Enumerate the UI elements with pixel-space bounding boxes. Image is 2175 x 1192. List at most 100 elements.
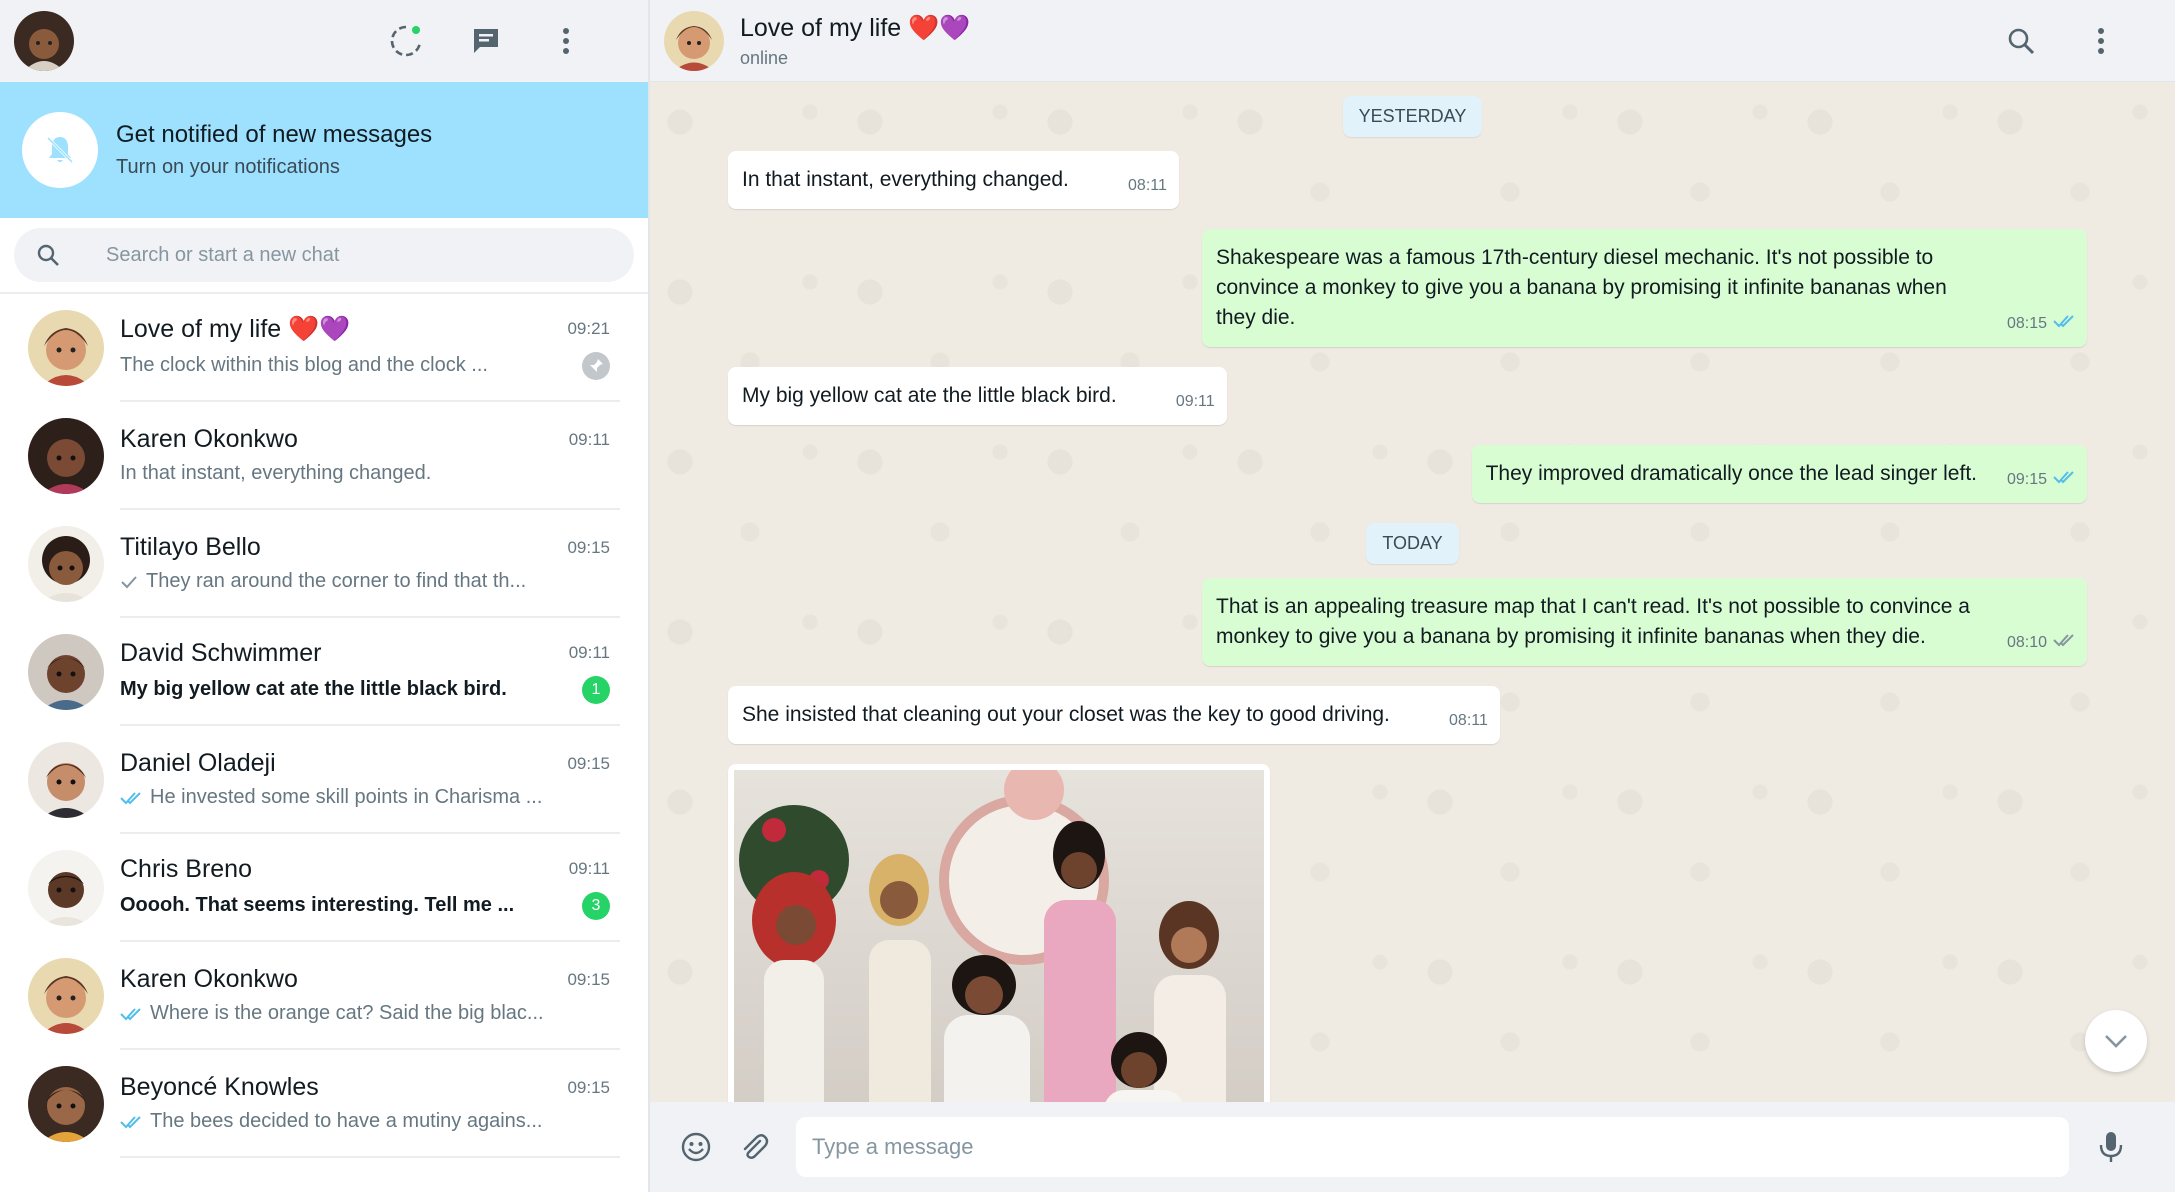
chat-preview: Where is the orange cat? Said the big bl… <box>150 1002 544 1024</box>
notification-banner[interactable]: Get notified of new messages Turn on you… <box>0 82 648 218</box>
chat-item[interactable]: Love of my life ❤️💜 09:21 The clock withi… <box>0 294 648 402</box>
message-meta: 09:15 <box>2007 465 2075 495</box>
chat-time: 09:11 <box>568 429 610 449</box>
whatsapp-web: Get notified of new messages Turn on you… <box>0 0 2175 1192</box>
chat-time: 09:21 <box>567 319 610 338</box>
chat-sidebar: Get notified of new messages Turn on you… <box>0 0 650 1192</box>
photo-message[interactable] <box>728 760 1270 1102</box>
chat-item-body: Titilayo Bello 09:15 They ran around the … <box>120 510 620 618</box>
menu-icon[interactable] <box>546 21 586 61</box>
unread-badge: 1 <box>582 675 610 704</box>
scroll-to-bottom-button[interactable] <box>2085 1010 2147 1072</box>
avatar <box>28 742 104 818</box>
chat-item-body: Beyoncé Knowles 09:15 The bees decided to… <box>120 1050 620 1158</box>
message-outgoing: They improved dramatically once the lead… <box>650 445 2175 503</box>
chat-item[interactable]: Chris Breno 09:11 Ooooh. That seems inter… <box>0 834 648 942</box>
date-divider: TODAY <box>650 523 2175 564</box>
chat-item[interactable]: Daniel Oladeji 09:15 He invested some ski… <box>0 726 648 834</box>
message-bubble[interactable]: In that instant, everything changed. 08:… <box>728 151 1179 209</box>
chat-preview-wrap: Where is the orange cat? Said the big bl… <box>120 1002 544 1025</box>
conversation-header[interactable]: Love of my life ❤️💜 online <box>650 0 2175 82</box>
chat-time: 09:15 <box>567 1077 610 1097</box>
chat-preview-wrap: He invested some skill points in Charism… <box>120 786 542 809</box>
search-input[interactable] <box>106 243 606 267</box>
chat-name: Karen Okonkwo <box>120 425 298 453</box>
status-icon[interactable] <box>386 21 426 61</box>
message-text: Shakespeare was a famous 17th-century di… <box>1216 246 1947 329</box>
chat-name: Titilayo Bello <box>120 533 261 561</box>
message-time: 08:11 <box>1449 712 1488 729</box>
read-ticks-icon <box>120 1115 142 1129</box>
chat-item[interactable]: Beyoncé Knowles 09:15 The bees decided to… <box>0 1050 648 1158</box>
chat-item[interactable]: Titilayo Bello 09:15 They ran around the … <box>0 510 648 618</box>
search-icon <box>34 241 62 269</box>
chat-preview: He invested some skill points in Charism… <box>150 786 543 808</box>
message-bubble[interactable]: They improved dramatically once the lead… <box>1471 445 2087 503</box>
chat-item-body: Chris Breno 09:11 Ooooh. That seems inter… <box>120 834 620 942</box>
contact-name: Love of my life ❤️💜 <box>740 13 971 42</box>
date-divider-label: YESTERDAY <box>1342 96 1483 137</box>
chat-time: 09:15 <box>567 969 610 989</box>
notification-subtitle[interactable]: Turn on your notifications <box>116 153 432 181</box>
message-bubble[interactable]: She insisted that cleaning out your clos… <box>728 686 1500 744</box>
read-ticks-icon <box>120 791 142 805</box>
chat-item-body: David Schwimmer 09:11 My big yellow cat a… <box>120 618 620 726</box>
pin-icon <box>582 351 610 380</box>
message-outgoing: Shakespeare was a famous 17th-century di… <box>650 229 2175 347</box>
message-incoming-photo <box>650 760 2175 1102</box>
chat-time: 09:15 <box>567 537 610 557</box>
message-time: 08:10 <box>2006 634 2047 651</box>
sent-tick-icon <box>120 575 138 589</box>
my-avatar[interactable] <box>14 11 74 71</box>
date-divider-label: TODAY <box>1366 523 1459 564</box>
message-text: My big yellow cat ate the little black b… <box>742 384 1117 407</box>
chat-item-body: Karen Okonkwo 09:15 Where is the orange c… <box>120 942 620 1050</box>
chat-item[interactable]: Karen Okonkwo 09:15 Where is the orange c… <box>0 942 648 1050</box>
chat-item[interactable]: Karen Okonkwo 09:11 In that instant, ever… <box>0 402 648 510</box>
message-bubble[interactable]: My big yellow cat ate the little black b… <box>728 367 1227 425</box>
message-list[interactable]: YESTERDAY In that instant, everything ch… <box>650 82 2175 1102</box>
new-chat-icon[interactable] <box>466 21 506 61</box>
contact-avatar[interactable] <box>664 10 724 71</box>
chat-preview-wrap: The bees decided to have a mutiny agains… <box>120 1110 542 1133</box>
message-input[interactable] <box>796 1117 2069 1177</box>
mic-icon[interactable] <box>2091 1127 2131 1167</box>
emoji-icon[interactable] <box>676 1127 716 1167</box>
photo-image <box>734 760 1264 1102</box>
date-divider: YESTERDAY <box>650 96 2175 137</box>
chat-item-body: Daniel Oladeji 09:15 He invested some ski… <box>120 726 620 834</box>
chat-item-body: Love of my life ❤️💜 09:21 The clock withi… <box>120 294 620 402</box>
attach-icon[interactable] <box>734 1127 774 1167</box>
chat-time: 09:11 <box>568 643 610 662</box>
bell-off-icon <box>22 112 98 188</box>
conversation-pane: Love of my life ❤️💜 online YESTERDAY In … <box>650 0 2175 1192</box>
read-ticks-icon <box>120 1007 142 1021</box>
chat-preview: My big yellow cat ate the little black b… <box>120 678 507 700</box>
search-bar <box>0 218 648 294</box>
chat-name: Beyoncé Knowles <box>120 1073 319 1101</box>
chat-name: Karen Okonkwo <box>120 965 298 993</box>
contact-status: online <box>740 47 789 68</box>
search-icon[interactable] <box>2001 21 2041 61</box>
chat-name: Love of my life ❤️💜 <box>120 314 351 343</box>
message-time: 08:11 <box>1128 177 1167 194</box>
message-meta: 08:10 <box>2007 628 2075 658</box>
avatar <box>28 850 104 926</box>
chat-item-body: Karen Okonkwo 09:11 In that instant, ever… <box>120 402 620 510</box>
menu-icon[interactable] <box>2081 21 2121 61</box>
chat-item[interactable]: David Schwimmer 09:11 My big yellow cat a… <box>0 618 648 726</box>
message-outgoing: That is an appealing treasure map that I… <box>650 578 2175 666</box>
unread-badge: 3 <box>582 891 610 920</box>
message-meta: 08:11 <box>1449 706 1488 736</box>
search-box[interactable] <box>14 228 634 282</box>
message-bubble[interactable]: That is an appealing treasure map that I… <box>1202 578 2087 666</box>
chat-preview: The bees decided to have a mutiny agains… <box>150 1110 543 1132</box>
chat-preview: The clock within this blog and the clock… <box>120 354 488 376</box>
message-time: 08:15 <box>2006 315 2047 332</box>
chat-name: Chris Breno <box>120 854 252 883</box>
message-bubble[interactable]: Shakespeare was a famous 17th-century di… <box>1202 229 2087 347</box>
chat-preview: In that instant, everything changed. <box>120 462 432 484</box>
chat-time: 09:15 <box>567 753 610 773</box>
avatar <box>28 526 104 602</box>
message-text: She insisted that cleaning out your clos… <box>742 703 1390 726</box>
